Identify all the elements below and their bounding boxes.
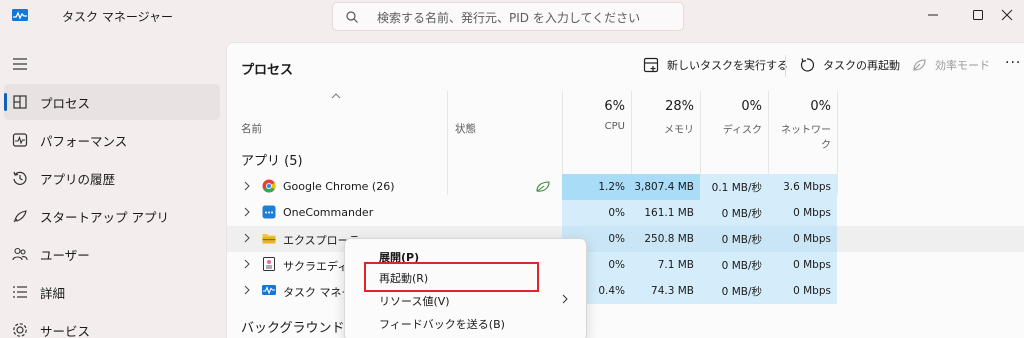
efficiency-leaf-icon — [536, 181, 550, 192]
sidebar-item-processes[interactable]: プロセス — [4, 84, 220, 120]
network-cell: 0 Mbps — [768, 252, 837, 278]
search-input[interactable]: 検索する名前、発行元、PID を入力してください — [332, 2, 684, 31]
memory-cell: 7.1 MB — [631, 252, 700, 278]
task-manager-icon — [12, 9, 28, 21]
memory-cell: 250.8 MB — [631, 226, 700, 252]
efficiency-mode-button[interactable]: 効率モード — [911, 57, 990, 73]
details-icon — [13, 286, 27, 298]
maximize-icon — [973, 10, 983, 20]
menu-item-feedback[interactable]: フィードバックを送る(B) — [349, 312, 582, 334]
grid-icon — [13, 95, 27, 109]
sidebar-item-label: スタートアップ アプリ — [40, 210, 169, 225]
search-placeholder: 検索する名前、発行元、PID を入力してください — [377, 11, 641, 25]
network-cell: 0 Mbps — [768, 278, 837, 304]
memory-cell: 3,807.4 MB — [631, 174, 700, 200]
menu-item-label: フィードバックを送る(B) — [379, 318, 505, 331]
sidebar-item-users[interactable]: ユーザー — [0, 236, 222, 272]
title-bar: タスク マネージャー 検索する名前、発行元、PID を入力してください — [0, 0, 1024, 34]
sidebar-item-performance[interactable]: パフォーマンス — [0, 122, 222, 158]
page-title: プロセス — [241, 63, 294, 78]
chevron-right-icon[interactable] — [243, 259, 251, 269]
sakura-editor-icon — [263, 257, 275, 271]
leaf-icon — [913, 59, 926, 71]
sidebar-item-label: プロセス — [40, 96, 91, 111]
table-row[interactable]: Google Chrome (26) 1.2% 3,807.4 MB 0.1 M… — [227, 174, 1024, 200]
app-title: タスク マネージャー — [62, 10, 173, 24]
column-header-network[interactable]: ネットワーク — [773, 121, 831, 151]
minimize-icon — [928, 14, 938, 16]
toolbar-divider — [785, 55, 786, 77]
hamburger-menu-button[interactable] — [0, 46, 222, 82]
highlight-annotation — [364, 262, 539, 292]
memory-total: 28% — [665, 99, 694, 114]
memory-cell: 161.1 MB — [631, 200, 700, 226]
restart-task-label: タスクの再起動 — [823, 59, 900, 72]
hamburger-icon — [13, 58, 27, 70]
disk-cell: 0 MB/秒 — [700, 226, 768, 252]
users-icon — [12, 247, 28, 261]
search-icon — [346, 11, 358, 23]
chevron-right-icon[interactable] — [243, 207, 251, 217]
table-row[interactable]: OneCommander 0% 161.1 MB 0 MB/秒 0 Mbps — [227, 200, 1024, 226]
sidebar-item-startup[interactable]: スタートアップ アプリ — [0, 198, 222, 234]
network-cell: 3.6 Mbps — [768, 174, 837, 200]
menu-item-resource-values[interactable]: リソース値(V) — [349, 289, 582, 311]
restart-task-button[interactable]: タスクの再起動 — [799, 57, 900, 73]
cpu-cell: 0% — [562, 200, 631, 226]
folder-icon — [262, 234, 276, 244]
column-header-memory[interactable]: メモリ — [636, 121, 694, 136]
chevron-right-icon[interactable] — [243, 233, 251, 243]
column-header-disk[interactable]: ディスク — [705, 121, 762, 136]
sidebar-item-label: サービス — [40, 324, 91, 338]
sidebar-item-label: 詳細 — [40, 286, 66, 301]
disk-cell: 0 MB/秒 — [700, 200, 768, 226]
chevron-right-icon[interactable] — [243, 285, 251, 295]
new-task-icon — [643, 57, 659, 73]
disk-cell: 0 MB/秒 — [700, 252, 768, 278]
menu-item-label: リソース値(V) — [379, 295, 450, 308]
network-total: 0% — [810, 99, 831, 114]
column-header-cpu[interactable]: CPU — [567, 121, 625, 132]
restart-icon — [800, 58, 815, 72]
disk-cell: 0.1 MB/秒 — [700, 174, 768, 200]
memory-cell: 74.3 MB — [631, 278, 700, 304]
column-header-status[interactable]: 状態 — [455, 121, 476, 136]
history-icon — [13, 171, 27, 185]
new-task-label: 新しいタスクを実行する — [667, 59, 788, 72]
chrome-icon — [262, 179, 276, 193]
disk-cell: 0 MB/秒 — [700, 278, 768, 304]
cpu-total: 6% — [604, 99, 625, 114]
sidebar-item-label: ユーザー — [40, 248, 90, 263]
more-options-button[interactable]: ··· — [1005, 55, 1021, 71]
network-cell: 0 Mbps — [768, 200, 837, 226]
close-button[interactable] — [990, 0, 1024, 30]
active-indicator — [4, 93, 7, 111]
sidebar-item-app-history[interactable]: アプリの履歴 — [0, 160, 222, 196]
cpu-cell: 1.2% — [562, 174, 631, 200]
new-task-button[interactable]: 新しいタスクを実行する — [643, 57, 788, 73]
services-icon — [13, 323, 27, 337]
minimize-button[interactable] — [910, 0, 956, 30]
network-cell: 0 Mbps — [768, 226, 837, 252]
apps-section-title: アプリ (5) — [241, 154, 303, 169]
task-manager-icon — [262, 285, 276, 295]
sidebar-item-label: アプリの履歴 — [40, 172, 116, 187]
sort-ascending-icon — [331, 93, 341, 99]
disk-total: 0% — [741, 99, 762, 114]
process-name: Google Chrome (26) — [283, 180, 395, 193]
process-name: OneCommander — [283, 206, 374, 219]
chevron-right-icon[interactable] — [243, 181, 251, 191]
sidebar-item-details[interactable]: 詳細 — [0, 274, 222, 310]
chevron-right-icon — [562, 294, 568, 304]
sidebar-item-label: パフォーマンス — [40, 134, 128, 149]
startup-icon — [13, 210, 27, 223]
performance-icon — [12, 133, 28, 147]
onecommander-icon — [262, 205, 276, 219]
column-header-name[interactable]: 名前 — [241, 121, 262, 136]
efficiency-mode-label: 効率モード — [935, 59, 990, 72]
sidebar-item-services[interactable]: サービス — [0, 312, 222, 338]
close-icon — [1001, 9, 1013, 21]
